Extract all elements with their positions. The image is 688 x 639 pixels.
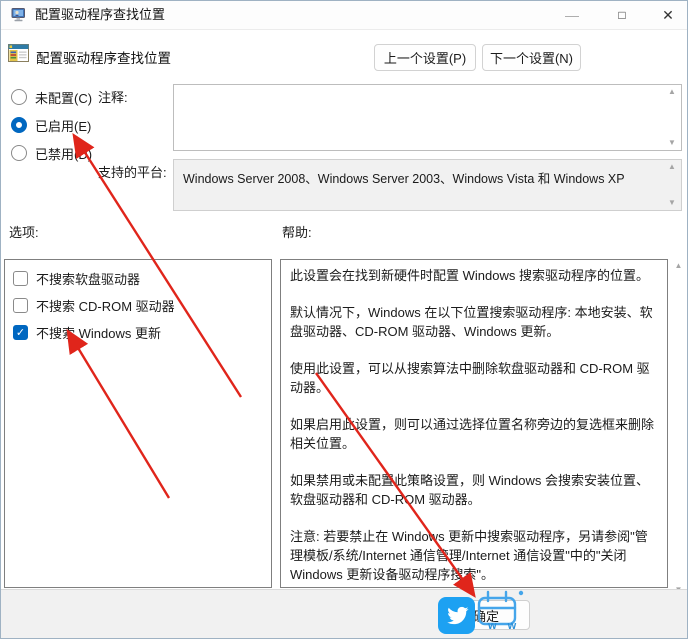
previous-setting-button[interactable]: 上一个设置(P) — [374, 44, 476, 71]
twitter-watermark — [438, 597, 475, 634]
next-setting-button[interactable]: 下一个设置(N) — [482, 44, 581, 71]
watermark-text: w w — [488, 620, 520, 632]
help-paragraph: 默认情况下，Windows 在以下位置搜索驱动程序: 本地安装、软盘驱动器、CD… — [290, 303, 658, 341]
help-paragraph: 此设置会在找到新硬件时配置 Windows 搜索驱动程序的位置。 — [290, 266, 658, 285]
scroll-down-icon[interactable]: ▼ — [668, 198, 676, 208]
title-bar: 配置驱动程序查找位置 — □ ✕ — [1, 1, 687, 30]
radio-circle-icon — [11, 145, 27, 161]
supported-platforms-box: Windows Server 2008、Windows Server 2003、… — [173, 159, 682, 211]
scroll-down-icon[interactable]: ▼ — [668, 138, 676, 148]
checkbox-label: 不搜索 Windows 更新 — [36, 323, 161, 342]
computer-monitor-icon — [11, 7, 27, 23]
help-paragraph: 如果禁用或未配置此策略设置，则 Windows 会搜索安装位置、软盘驱动器和 C… — [290, 471, 658, 509]
help-panel: 此设置会在找到新硬件时配置 Windows 搜索驱动程序的位置。 默认情况下，W… — [280, 259, 668, 588]
options-label: 选项: — [9, 222, 39, 241]
help-scrollbar[interactable]: ▲ ▼ — [671, 261, 686, 595]
checkbox-label: 不搜索软盘驱动器 — [36, 269, 140, 288]
radio-enabled[interactable]: 已启用(E) — [11, 116, 91, 134]
help-paragraph: 如果启用此设置，则可以通过选择位置名称旁边的复选框来删除相关位置。 — [290, 415, 658, 453]
radio-label: 未配置(C) — [35, 88, 92, 107]
radio-disabled[interactable]: 已禁用(D) — [11, 144, 92, 162]
help-label: 帮助: — [282, 222, 312, 241]
window-title: 配置驱动程序查找位置 — [35, 1, 165, 28]
policy-setting-dialog: 配置驱动程序查找位置 — □ ✕ 配置驱动程序查找位置 上一个设置(P) 下一个… — [0, 0, 688, 639]
supported-platforms-value: Windows Server 2008、Windows Server 2003、… — [183, 172, 625, 186]
policy-document-icon — [8, 43, 29, 64]
radio-selected-icon — [11, 117, 27, 133]
radio-label: 已禁用(D) — [35, 144, 92, 163]
checkbox-no-floppy[interactable]: 不搜索软盘驱动器 — [13, 269, 140, 287]
checkbox-checked-icon: ✓ — [13, 325, 28, 340]
twitter-bird-icon — [443, 602, 470, 629]
checkbox-unchecked-icon — [13, 298, 28, 313]
checkbox-no-cdrom[interactable]: 不搜索 CD-ROM 驱动器 — [13, 296, 175, 314]
close-icon: ✕ — [662, 7, 674, 24]
help-paragraph: 使用此设置，可以从搜索算法中删除软盘驱动器和 CD-ROM 驱动器。 — [290, 359, 658, 397]
comment-label: 注释: — [98, 87, 128, 106]
comment-textarea[interactable]: ▲ ▼ — [173, 84, 682, 151]
supported-on-label: 支持的平台: — [98, 162, 167, 181]
maximize-button[interactable]: □ — [601, 1, 643, 29]
dialog-footer — [1, 589, 687, 639]
radio-label: 已启用(E) — [35, 116, 91, 135]
checkbox-no-windows-update[interactable]: ✓ 不搜索 Windows 更新 — [13, 323, 161, 341]
minimize-icon: — — [565, 7, 579, 23]
checkbox-label: 不搜索 CD-ROM 驱动器 — [36, 296, 175, 315]
radio-circle-icon — [11, 89, 27, 105]
scroll-up-icon[interactable]: ▲ — [675, 261, 683, 271]
scroll-up-icon[interactable]: ▲ — [668, 162, 676, 172]
help-text: 此设置会在找到新硬件时配置 Windows 搜索驱动程序的位置。 默认情况下，W… — [281, 260, 667, 588]
setting-title: 配置驱动程序查找位置 — [36, 47, 171, 67]
minimize-button[interactable]: — — [551, 1, 593, 29]
close-button[interactable]: ✕ — [647, 1, 688, 29]
checkbox-unchecked-icon — [13, 271, 28, 286]
scroll-up-icon[interactable]: ▲ — [668, 87, 676, 97]
options-panel: 不搜索软盘驱动器 不搜索 CD-ROM 驱动器 ✓ 不搜索 Windows 更新 — [4, 259, 272, 588]
maximize-icon: □ — [618, 8, 625, 22]
help-paragraph: 注意: 若要禁止在 Windows 更新中搜索驱动程序，另请参阅"管理模板/系统… — [290, 527, 658, 584]
platform-scrollbar[interactable]: ▲ ▼ — [665, 162, 679, 208]
radio-not-configured[interactable]: 未配置(C) — [11, 88, 92, 106]
comment-scrollbar[interactable]: ▲ ▼ — [665, 87, 679, 148]
